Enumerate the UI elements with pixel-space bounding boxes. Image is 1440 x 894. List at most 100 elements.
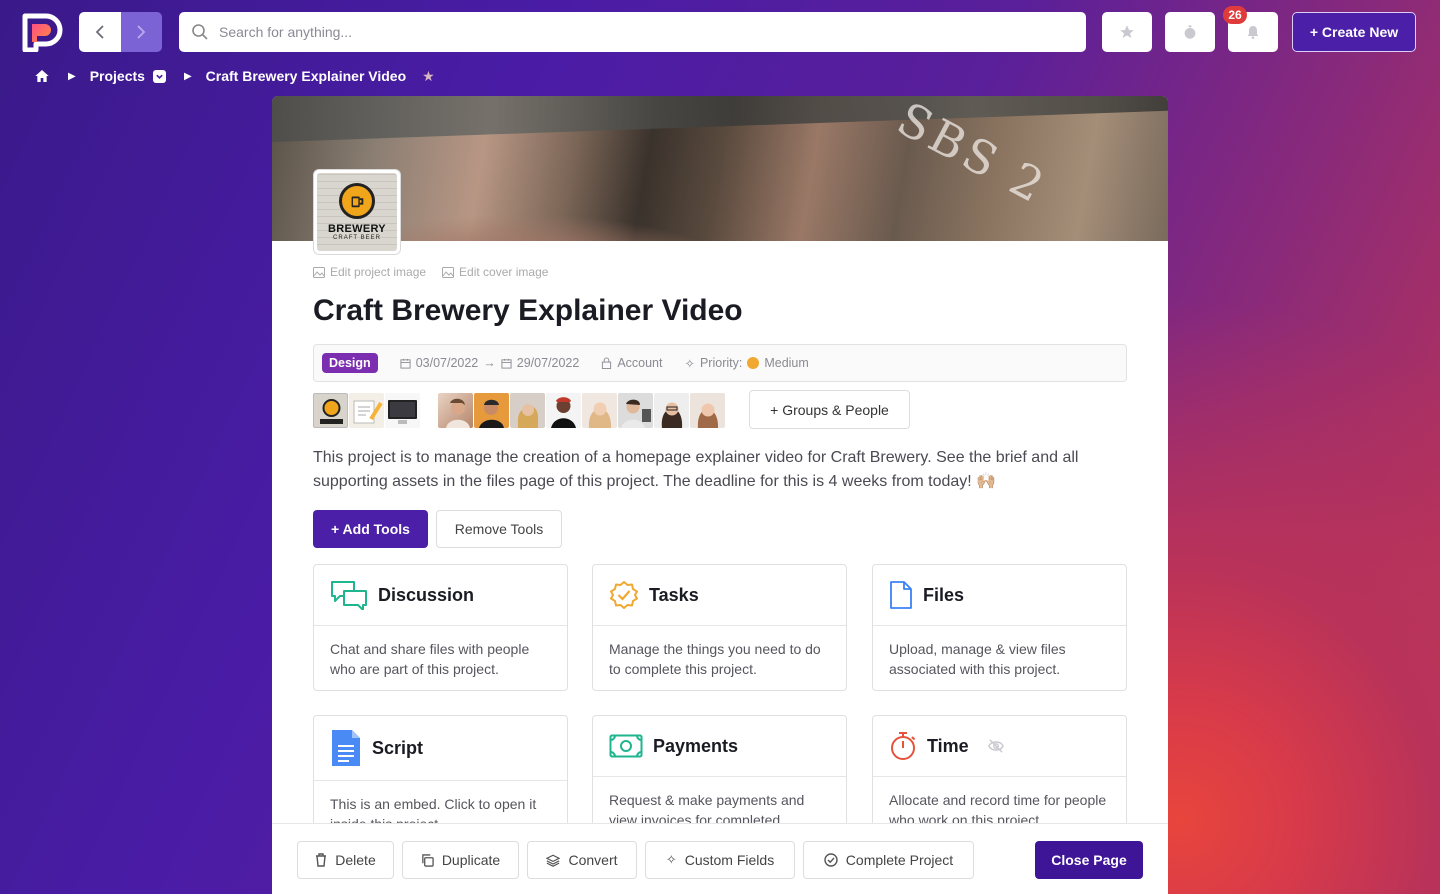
favorite-star-icon[interactable]: ★: [422, 68, 435, 85]
members-list: [313, 391, 726, 429]
member-avatar[interactable]: [618, 392, 653, 428]
tool-title: Discussion: [378, 584, 475, 605]
edit-project-image-link[interactable]: Edit project image: [313, 265, 426, 279]
member-avatar[interactable]: [690, 392, 725, 428]
project-image: BREWERY CRAFT BEER: [313, 169, 401, 255]
calendar-icon: [400, 358, 411, 369]
beer-mug-icon: [339, 183, 375, 219]
notification-badge: 26: [1223, 6, 1247, 24]
image-icon: [442, 266, 455, 278]
member-avatar[interactable]: [546, 392, 581, 428]
tool-title: Script: [372, 737, 424, 758]
project-meta-bar: Design 03/07/2022 → 29/07/2022 Account ✧…: [313, 344, 1127, 382]
date-range[interactable]: 03/07/2022 → 29/07/2022: [400, 356, 579, 370]
trash-icon: [316, 853, 327, 867]
calendar-icon: [501, 358, 512, 369]
bottom-action-bar: Delete Duplicate Convert ✧ Custom Fields…: [272, 823, 1168, 894]
history-nav: [79, 12, 162, 52]
category-tag[interactable]: Design: [322, 353, 378, 373]
member-avatar[interactable]: [474, 392, 509, 428]
image-edit-links: Edit project image Edit cover image: [313, 265, 548, 279]
breadcrumb-current: Craft Brewery Explainer Video: [205, 68, 407, 84]
timer-button[interactable]: [1165, 12, 1215, 52]
add-tools-button[interactable]: + Add Tools: [313, 510, 428, 548]
image-icon: [313, 266, 325, 278]
group-avatar-notes[interactable]: [349, 392, 384, 428]
tool-title: Time: [927, 735, 969, 756]
file-icon: [890, 581, 912, 609]
tool-title: Tasks: [649, 584, 699, 605]
logo-text: BREWERY: [328, 223, 386, 235]
cover-image: SBS 2: [272, 96, 1168, 241]
convert-button[interactable]: Convert: [527, 841, 637, 879]
check-badge-icon: [610, 581, 638, 609]
star-icon: [1120, 25, 1134, 38]
member-avatar[interactable]: [438, 392, 473, 428]
priority-field[interactable]: ✧ Priority: Medium: [684, 356, 808, 371]
caret-right-icon: ▶: [183, 70, 192, 82]
tool-description: Chat and share files with people who are…: [330, 641, 530, 677]
search-icon: [192, 24, 208, 40]
edit-cover-image-link[interactable]: Edit cover image: [442, 265, 548, 279]
home-icon[interactable]: [34, 68, 50, 84]
top-bar: 26 + Create New: [0, 0, 1440, 64]
create-new-button[interactable]: + Create New: [1292, 12, 1416, 52]
arrow-right-icon: →: [483, 356, 496, 370]
groups-people-button[interactable]: + Groups & People: [749, 390, 910, 429]
project-description: This project is to manage the creation o…: [313, 449, 1079, 490]
lock-icon: [602, 357, 612, 369]
eye-slash-icon[interactable]: [987, 738, 1005, 754]
chat-bubbles-icon: [331, 581, 367, 610]
stopwatch-icon: [891, 732, 916, 760]
bell-icon: [1247, 26, 1259, 39]
tool-description: Manage the things you need to do to comp…: [609, 641, 821, 677]
complete-project-button[interactable]: Complete Project: [803, 841, 974, 879]
project-title: Craft Brewery Explainer Video: [313, 294, 743, 327]
project-card: SBS 2 BREWERY CRAFT BEER Edit project im…: [272, 96, 1168, 894]
brewery-logo: BREWERY CRAFT BEER: [317, 173, 397, 251]
remove-tools-button[interactable]: Remove Tools: [436, 510, 562, 548]
breadcrumb-projects[interactable]: Projects: [90, 68, 145, 84]
close-page-button[interactable]: Close Page: [1035, 841, 1143, 879]
back-button[interactable]: [79, 12, 121, 52]
tool-description: Upload, manage & view files associated w…: [889, 641, 1066, 677]
tool-header: Files: [873, 565, 1126, 626]
member-avatar[interactable]: [582, 392, 617, 428]
member-avatar[interactable]: [510, 392, 545, 428]
tool-title: Payments: [653, 735, 739, 756]
check-circle-icon: [824, 853, 838, 867]
tool-header: Tasks: [593, 565, 846, 626]
tool-header: Time: [873, 716, 1126, 777]
chevron-right-icon: [137, 25, 146, 39]
breadcrumb: ▶ Projects ▶ Craft Brewery Explainer Vid…: [34, 66, 435, 86]
app-logo[interactable]: [22, 12, 64, 53]
member-avatar[interactable]: [654, 392, 689, 428]
forward-button[interactable]: [120, 12, 162, 52]
tool-card-discussion[interactable]: Discussion Chat and share files with peo…: [313, 564, 568, 691]
tool-card-files[interactable]: Files Upload, manage & view files associ…: [872, 564, 1127, 691]
tool-header: Discussion: [314, 565, 567, 626]
tool-header: Payments: [593, 716, 846, 777]
google-doc-icon: [332, 730, 360, 766]
group-avatar-brewery[interactable]: [313, 392, 348, 428]
custom-fields-button[interactable]: ✧ Custom Fields: [645, 841, 795, 879]
chevron-left-icon: [95, 25, 104, 39]
duplicate-button[interactable]: Duplicate: [402, 841, 519, 879]
tool-card-tasks[interactable]: Tasks Manage the things you need to do t…: [592, 564, 847, 691]
copy-icon: [422, 853, 434, 867]
sparkle-icon: ✧: [684, 356, 695, 371]
tool-header: Script: [314, 716, 567, 781]
tool-title: Files: [923, 584, 965, 605]
search-bar[interactable]: [179, 12, 1086, 52]
account-field[interactable]: Account: [601, 356, 662, 370]
search-input[interactable]: [219, 24, 1069, 40]
caret-right-icon: ▶: [68, 70, 76, 82]
banknote-icon: [609, 734, 643, 758]
favorites-button[interactable]: [1102, 12, 1152, 52]
logo-subtext: CRAFT BEER: [333, 235, 381, 241]
cover-band: [272, 96, 1168, 143]
delete-button[interactable]: Delete: [297, 841, 394, 879]
group-avatar-computer[interactable]: [385, 392, 420, 428]
layers-icon: [546, 854, 561, 867]
dropdown-check-icon[interactable]: [152, 69, 166, 83]
